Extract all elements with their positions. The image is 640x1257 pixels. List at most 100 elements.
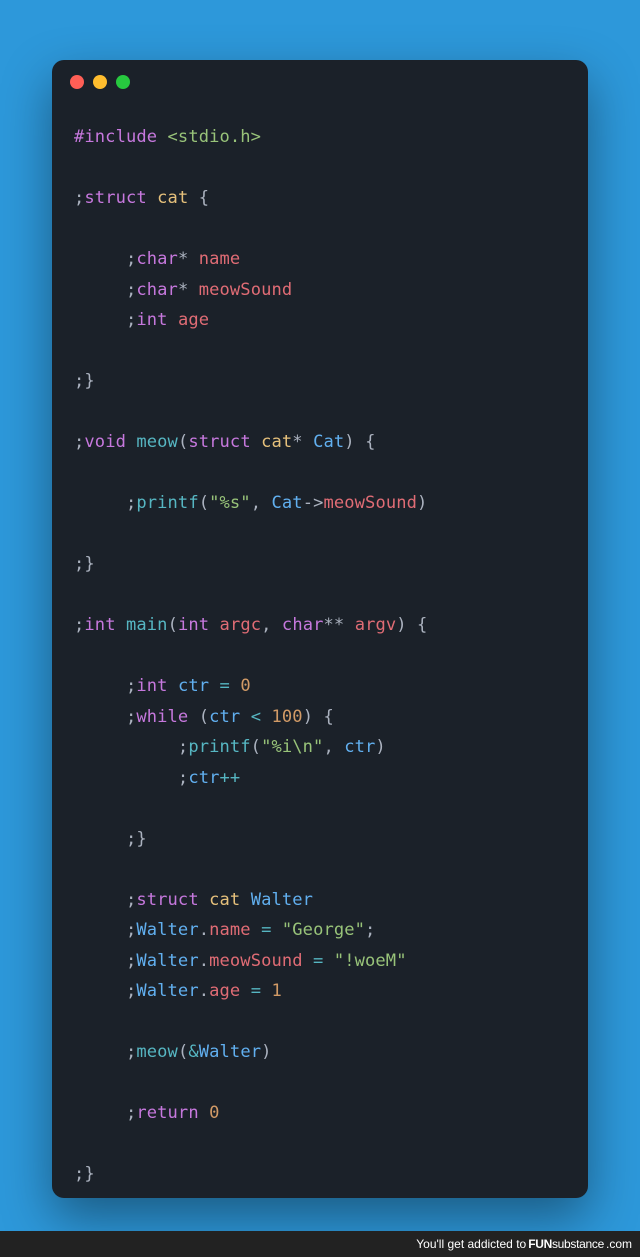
string: "%s" — [209, 493, 251, 513]
num-zero: 0 — [199, 1103, 220, 1123]
dot: . — [199, 951, 209, 971]
footer-brand: FUNsubstance — [528, 1237, 604, 1251]
code-area: #include <stdio.h> ;struct cat { ;char* … — [52, 104, 588, 1198]
fn-printf: printf — [136, 493, 198, 513]
fn-main: main — [116, 615, 168, 635]
paren: ) — [261, 1042, 271, 1062]
op-inc: ++ — [220, 768, 241, 788]
preproc: #include — [74, 127, 168, 147]
num-100: 100 — [272, 707, 303, 727]
footer-domain: .com — [606, 1237, 632, 1251]
kw-int: int — [84, 615, 115, 635]
dot: . — [199, 981, 209, 1001]
num-zero: 0 — [240, 676, 250, 696]
op-eq: = — [251, 920, 282, 940]
var-ctr: ctr — [344, 737, 375, 757]
kw-struct: struct — [188, 432, 250, 452]
fn-meow: meow — [126, 432, 178, 452]
semi: ; — [74, 615, 84, 635]
comma: , — [261, 615, 282, 635]
stars: ** — [324, 615, 355, 635]
paren: ) — [417, 493, 427, 513]
indent: ; — [74, 890, 136, 910]
var-ctr: ctr — [188, 768, 219, 788]
indent: ; — [74, 249, 136, 269]
titlebar — [52, 60, 588, 104]
var-walter: Walter — [251, 890, 313, 910]
var-ctr: ctr — [168, 676, 220, 696]
close-brace: ;} — [74, 1164, 95, 1184]
indent: ; — [74, 768, 188, 788]
var-walter: Walter — [199, 1042, 261, 1062]
type-cat: cat — [251, 432, 293, 452]
header: <stdio.h> — [168, 127, 262, 147]
paren: ( — [188, 707, 209, 727]
op-eq: = — [240, 981, 271, 1001]
num-one: 1 — [272, 981, 282, 1001]
field-age: age — [209, 981, 240, 1001]
type-cat: cat — [199, 890, 251, 910]
paren-brace: ) { — [344, 432, 375, 452]
footer-watermark: You'll get addicted to FUNsubstance .com — [0, 1231, 640, 1257]
op-amp: & — [188, 1042, 198, 1062]
star: * — [178, 249, 199, 269]
semi: ; — [365, 920, 375, 940]
close-icon[interactable] — [70, 75, 84, 89]
fn-meow: meow — [136, 1042, 178, 1062]
indent: ; — [74, 280, 136, 300]
arrow: -> — [303, 493, 324, 513]
paren: ( — [251, 737, 261, 757]
indent: ; — [74, 310, 136, 330]
minimize-icon[interactable] — [93, 75, 107, 89]
paren: ) — [375, 737, 385, 757]
kw-int: int — [136, 676, 167, 696]
indent: ; — [74, 1103, 136, 1123]
op-lt: < — [251, 707, 272, 727]
kw-return: return — [136, 1103, 198, 1123]
kw-struct: struct — [84, 188, 146, 208]
kw-struct: struct — [136, 890, 198, 910]
close-brace: ;} — [74, 554, 95, 574]
kw-void: void — [84, 432, 126, 452]
field-meowsound: meowSound — [323, 493, 417, 513]
kw-int: int — [136, 310, 167, 330]
param-argv: argv — [355, 615, 397, 635]
zoom-icon[interactable] — [116, 75, 130, 89]
var-walter: Walter — [136, 920, 198, 940]
fn-printf: printf — [188, 737, 250, 757]
op-eq: = — [220, 676, 241, 696]
paren: ( — [199, 493, 209, 513]
string: "%i\n" — [261, 737, 323, 757]
var-walter: Walter — [136, 951, 198, 971]
indent: ; — [74, 493, 136, 513]
semi: ; — [74, 188, 84, 208]
indent: ; — [74, 676, 136, 696]
var-walter: Walter — [136, 981, 198, 1001]
field-name: name — [199, 249, 241, 269]
semi: ; — [74, 432, 84, 452]
paren-brace: ) { — [303, 707, 334, 727]
var-cat: Cat — [272, 493, 303, 513]
paren: ( — [178, 432, 188, 452]
brace: { — [199, 188, 209, 208]
indent: ; — [74, 920, 136, 940]
star: * — [292, 432, 313, 452]
op-eq: = — [303, 951, 334, 971]
kw-char: char — [282, 615, 324, 635]
var-ctr: ctr — [209, 707, 251, 727]
param-cat: Cat — [313, 432, 344, 452]
param-argc: argc — [209, 615, 261, 635]
comma: , — [251, 493, 272, 513]
kw-char: char — [136, 280, 178, 300]
code-window: #include <stdio.h> ;struct cat { ;char* … — [52, 60, 588, 1198]
indent: ; — [74, 951, 136, 971]
paren: ( — [178, 1042, 188, 1062]
indent: ; — [74, 707, 136, 727]
comma: , — [323, 737, 344, 757]
string-woem: "!woeM" — [334, 951, 407, 971]
field-meowsound: meowSound — [199, 280, 293, 300]
field-meowsound: meowSound — [209, 951, 303, 971]
kw-char: char — [136, 249, 178, 269]
indent: ; — [74, 737, 188, 757]
string-george: "George" — [282, 920, 365, 940]
